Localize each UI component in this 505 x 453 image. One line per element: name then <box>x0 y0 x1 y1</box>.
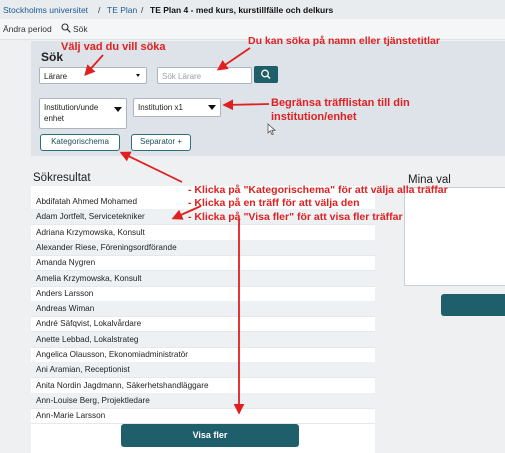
list-item[interactable]: Alexander Riese, Föreningsordförande <box>31 239 375 256</box>
list-item-label: Anita Nordin Jagdmann, Säkerhetshandlägg… <box>36 380 209 390</box>
results-title: Sökresultat <box>33 172 91 184</box>
category-schema-button[interactable]: Kategorischema <box>40 134 120 151</box>
list-item-label: Amanda Nygren <box>36 258 96 268</box>
search-button[interactable] <box>254 66 278 83</box>
chevron-down-icon <box>114 107 122 112</box>
chevron-down-icon <box>208 105 216 110</box>
list-item[interactable]: Amelia Krzymowska, Konsult <box>31 270 375 287</box>
cursor-icon <box>267 123 276 136</box>
list-item-label: Ani Aramian, Receptionist <box>36 365 130 375</box>
breadcrumb-root[interactable]: Stockholms universitet <box>3 5 88 15</box>
selections-action-button[interactable] <box>441 294 505 316</box>
search-type-value: Lärare <box>44 72 68 81</box>
change-period-link[interactable]: Ändra period <box>3 24 52 34</box>
institution-select[interactable]: Institution x1 <box>133 98 221 117</box>
search-nav-label: Sök <box>73 24 88 34</box>
breadcrumb-plan[interactable]: TE Plan <box>107 5 137 15</box>
list-item-label: Ann-Louise Berg, Projektledare <box>36 395 150 405</box>
list-item[interactable]: Anders Larsson <box>31 286 375 302</box>
list-item-label: Adriana Krzymowska, Konsult <box>36 227 145 237</box>
my-selections-list <box>404 187 505 286</box>
list-item[interactable]: Amanda Nygren <box>31 255 375 272</box>
annotation-instruction-3: - Klicka på "Visa fler" för att visa fle… <box>188 211 403 223</box>
annotation-instruction-1: - Klicka på "Kategorischema" för att väl… <box>188 184 448 196</box>
list-item[interactable]: Anette Lebbad, Lokalstrateg <box>31 331 375 348</box>
separator-button[interactable]: Separator + <box>131 134 191 151</box>
institution-value: Institution x1 <box>138 103 183 112</box>
show-more-button[interactable]: Visa fler <box>121 424 299 447</box>
annotation-search-hint: Du kan söka på namn eller tjänstetitlar <box>248 35 440 47</box>
annotation-choose-type: Välj vad du vill söka <box>61 41 166 53</box>
list-item-label: Ann-Marie Larsson <box>36 411 106 421</box>
list-item[interactable]: Andreas Wiman <box>31 301 375 318</box>
search-icon <box>261 69 271 79</box>
search-input-placeholder: Sök Lärare <box>162 72 202 81</box>
annotation-instruction-2: - Klicka på en träff för att välja den <box>188 197 360 209</box>
list-item[interactable]: Ani Aramian, Receptionist <box>31 362 375 379</box>
list-item-label: Adam Jortfelt, Servicetekniker <box>36 212 145 222</box>
chevron-down-icon <box>136 74 140 77</box>
breadcrumb-separator: / <box>98 5 101 15</box>
institution-level-value: Institution/unde enhet <box>44 103 99 123</box>
list-item[interactable]: Anita Nordin Jagdmann, Säkerhetshandlägg… <box>31 378 375 394</box>
search-panel-title: Sök <box>41 50 64 64</box>
search-type-select[interactable]: Lärare <box>39 67 147 84</box>
arrow-to-category-button <box>119 151 183 183</box>
search-input[interactable]: Sök Lärare <box>157 67 252 84</box>
search-icon <box>61 23 71 33</box>
list-item-label: Anders Larsson <box>36 288 94 298</box>
annotation-filter-hint-1: Begränsa träfflistan till din <box>271 97 410 109</box>
list-item[interactable]: Adriana Krzymowska, Konsult <box>31 225 375 241</box>
list-item-label: Abdifatah Ahmed Mohamed <box>36 197 138 206</box>
list-item[interactable]: Ann-Marie Larsson <box>31 408 375 425</box>
list-item-label: Angelica Olausson, Ekonomiadministratör <box>36 350 188 359</box>
list-item[interactable]: Ann-Louise Berg, Projektledare <box>31 392 375 409</box>
list-item-label: Alexander Riese, Föreningsordförande <box>36 242 177 252</box>
institution-level-select[interactable]: Institution/unde enhet <box>39 98 127 129</box>
list-item-label: André Säfqvist, Lokalvårdare <box>36 319 142 329</box>
breadcrumb-bar: Stockholms universitet / TE Plan / TE Pl… <box>0 0 505 20</box>
breadcrumb-current: TE Plan 4 - med kurs, kurstillfälle och … <box>150 5 334 15</box>
list-item-label: Amelia Krzymowska, Konsult <box>36 273 142 283</box>
list-item[interactable]: André Säfqvist, Lokalvårdare <box>31 316 375 333</box>
breadcrumb-separator: / <box>141 5 144 15</box>
list-item-label: Andreas Wiman <box>36 304 95 314</box>
list-item-label: Anette Lebbad, Lokalstrateg <box>36 334 139 344</box>
list-item[interactable]: Angelica Olausson, Ekonomiadministratör <box>31 347 375 363</box>
annotation-filter-hint-2: institution/enhet <box>271 111 357 123</box>
